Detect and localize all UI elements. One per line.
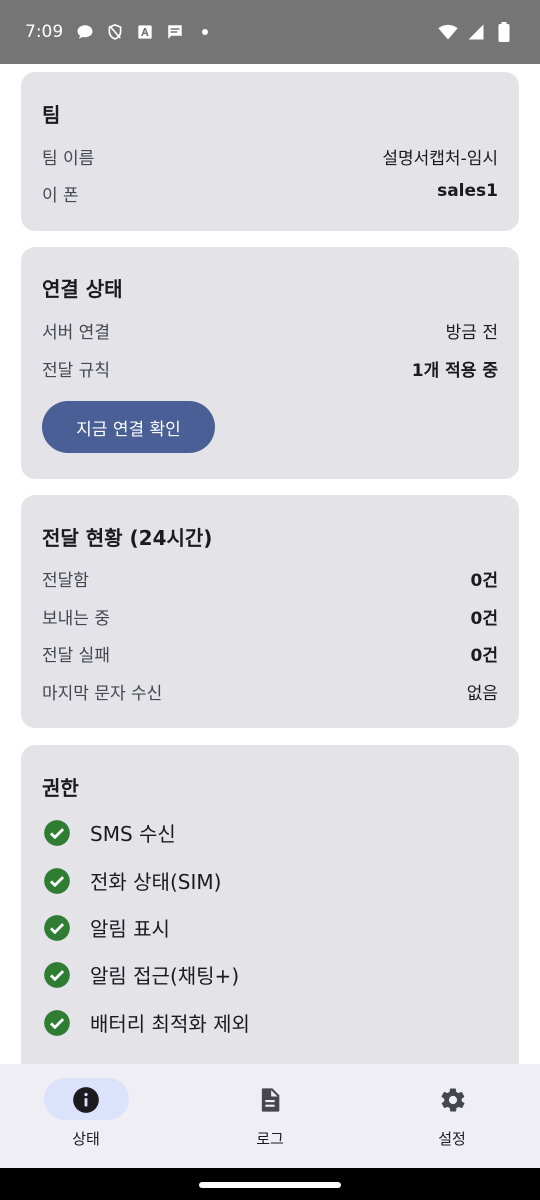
permission-label: 배터리 최적화 제외 <box>90 1012 250 1036</box>
permission-label: 알림 접근(채팅+) <box>90 964 240 988</box>
check-circle-icon <box>44 819 70 846</box>
permission-item-notifications: 알림 표시 <box>43 913 170 942</box>
server-connection-row: 서버 연결 방금 전 <box>42 318 498 343</box>
bottom-navigation: 상태 로그 설정 <box>0 1064 540 1168</box>
more-notifications-dot-icon <box>195 22 215 42</box>
permission-item-notification-access: 알림 접근(채팅+) <box>43 960 239 989</box>
font-a-icon <box>135 22 155 42</box>
permissions-card: 권한 SMS 수신 전화 상태(SIM) 알림 표시 알림 접근(채팅+) 배터… <box>21 745 519 1064</box>
delivery-failed-label: 전달 실패 <box>42 646 110 666</box>
check-circle-icon <box>44 961 70 988</box>
permission-label: 알림 표시 <box>90 917 170 941</box>
last-message-received-value: 없음 <box>466 684 498 704</box>
permission-item-phone-state: 전화 상태(SIM) <box>43 866 221 895</box>
connection-card-title: 연결 상태 <box>42 277 123 301</box>
delivered-value: 0건 <box>470 571 498 591</box>
forwarding-rules-row: 전달 규칙 1개 적용 중 <box>42 356 498 381</box>
check-circle-icon <box>44 914 70 941</box>
cellular-signal-icon <box>466 22 486 42</box>
team-name-label: 팀 이름 <box>42 149 95 169</box>
forwarding-rules-value: 1개 적용 중 <box>411 361 498 381</box>
delivery-status-card-title: 전달 현황 (24시간) <box>42 526 213 550</box>
delivered-label: 전달함 <box>42 571 89 591</box>
delivery-status-card: 전달 현황 (24시간) 전달함 0건 보내는 중 0건 전달 실패 0건 마지… <box>21 495 519 728</box>
connection-card: 연결 상태 서버 연결 방금 전 전달 규칙 1개 적용 중 지금 연결 확인 <box>21 247 519 479</box>
main-content[interactable]: 팀 팀 이름 설명서캡처-임시 이 폰 sales1 연결 상태 서버 연결 방… <box>0 64 540 1064</box>
document-icon <box>261 1088 280 1112</box>
team-name-row: 팀 이름 설명서캡처-임시 <box>42 144 498 169</box>
wifi-icon <box>438 22 458 42</box>
delivered-row: 전달함 0건 <box>42 566 498 591</box>
check-circle-icon <box>44 1009 70 1036</box>
permission-item-sms: SMS 수신 <box>43 818 176 847</box>
nav-item-status[interactable]: 상태 <box>0 1064 180 1168</box>
this-phone-value: sales1 <box>437 181 498 201</box>
sending-value: 0건 <box>470 609 498 629</box>
check-circle-icon <box>44 867 70 894</box>
shield-icon <box>105 22 125 42</box>
delivery-failed-value: 0건 <box>470 646 498 666</box>
permissions-card-title: 권한 <box>42 776 79 800</box>
status-time: 7:09 <box>25 22 64 42</box>
nav-label-log: 로그 <box>256 1130 284 1148</box>
this-phone-label: 이 폰 <box>42 186 79 206</box>
nav-label-settings: 설정 <box>438 1130 466 1148</box>
nav-item-log[interactable]: 로그 <box>180 1064 360 1168</box>
info-icon <box>73 1087 99 1113</box>
last-message-received-label: 마지막 문자 수신 <box>42 684 163 704</box>
nav-label-status: 상태 <box>72 1130 100 1148</box>
home-gesture-handle[interactable] <box>199 1182 341 1188</box>
this-phone-row: 이 폰 sales1 <box>42 181 498 206</box>
server-connection-label: 서버 연결 <box>42 323 110 343</box>
sending-row: 보내는 중 0건 <box>42 604 498 629</box>
team-name-value: 설명서캡처-임시 <box>382 149 498 169</box>
notification-icons <box>75 22 215 42</box>
chat-bubble-icon <box>75 22 95 42</box>
gesture-navigation-bar <box>0 1168 540 1200</box>
permission-label: SMS 수신 <box>90 822 176 846</box>
forwarding-rules-label: 전달 규칙 <box>42 361 110 381</box>
check-connection-button[interactable]: 지금 연결 확인 <box>42 401 215 453</box>
server-connection-value: 방금 전 <box>445 323 498 343</box>
status-bar: 7:09 <box>0 0 540 64</box>
last-message-received-row: 마지막 문자 수신 없음 <box>42 679 498 704</box>
sending-label: 보내는 중 <box>42 609 110 629</box>
permission-item-battery-optimization: 배터리 최적화 제외 <box>43 1008 250 1037</box>
gear-icon <box>441 1088 465 1112</box>
message-icon <box>165 22 185 42</box>
team-card-title: 팀 <box>42 103 61 127</box>
nav-item-settings[interactable]: 설정 <box>360 1064 540 1168</box>
delivery-failed-row: 전달 실패 0건 <box>42 641 498 666</box>
permission-label: 전화 상태(SIM) <box>90 870 222 894</box>
team-card: 팀 팀 이름 설명서캡처-임시 이 폰 sales1 <box>21 72 519 231</box>
battery-icon <box>494 22 514 42</box>
system-icons <box>438 22 514 42</box>
